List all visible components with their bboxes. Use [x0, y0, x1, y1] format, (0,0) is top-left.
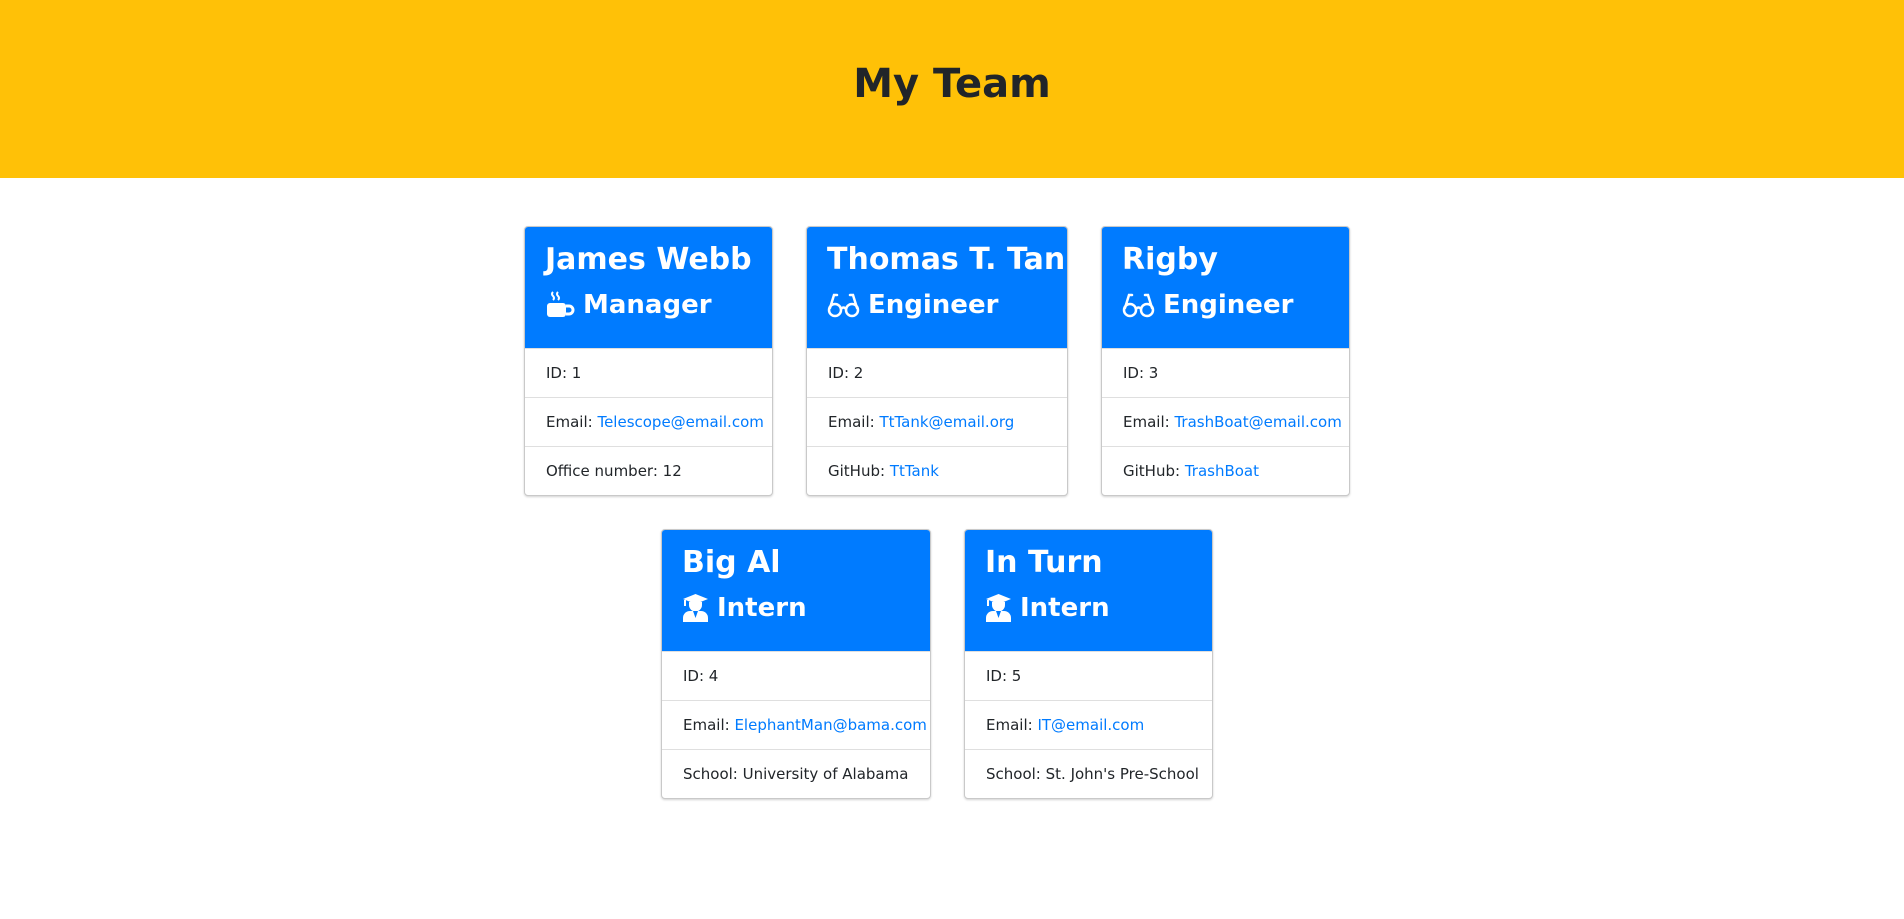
- row-value: 12: [662, 462, 682, 480]
- role-label: Manager: [583, 290, 712, 320]
- row-label: Email:: [986, 716, 1038, 734]
- row-label: ID:: [986, 667, 1012, 685]
- info-row-id: ID: 4: [662, 651, 930, 700]
- card-header: Thomas T. Tank Engineer: [807, 227, 1067, 348]
- row-label: School:: [986, 765, 1046, 783]
- employee-role: Engineer: [1122, 288, 1329, 322]
- role-label: Engineer: [868, 290, 999, 320]
- employee-name: Rigby: [1122, 242, 1218, 277]
- card-header: Big Al Intern: [662, 530, 930, 651]
- row-value: 3: [1148, 364, 1159, 382]
- info-row-github: GitHub: TtTank: [807, 446, 1067, 495]
- employee-role: Intern: [682, 591, 910, 625]
- employee-name: Big Al: [682, 545, 781, 580]
- info-row-id: ID: 3: [1102, 348, 1349, 397]
- card-header: Rigby Engineer: [1102, 227, 1349, 348]
- row-value: St. John's Pre-School: [1045, 765, 1199, 783]
- row-label: Email:: [546, 413, 598, 431]
- info-row-school: School: St. John's Pre-School: [965, 749, 1212, 798]
- employee-role: Manager: [545, 288, 752, 322]
- github-link[interactable]: TtTank: [890, 462, 939, 480]
- row-label: ID:: [828, 364, 854, 382]
- role-label: Intern: [717, 593, 807, 623]
- info-row-email: Email: TtTank@email.org: [807, 397, 1067, 446]
- email-link[interactable]: TrashBoat@email.com: [1174, 413, 1341, 431]
- info-row-office: Office number: 12: [525, 446, 772, 495]
- row-value: 1: [571, 364, 582, 382]
- role-label: Engineer: [1163, 290, 1294, 320]
- employee-card-engineer: Rigby Engineer ID: 3 Email: TrashBoat@em…: [1101, 226, 1350, 496]
- email-link[interactable]: ElephantMan@bama.com: [734, 716, 926, 734]
- page-title: My Team: [853, 61, 1051, 107]
- employee-name: In Turn: [985, 545, 1103, 580]
- role-label: Intern: [1020, 593, 1110, 623]
- graduate-icon: [986, 594, 1011, 622]
- info-row-email: Email: ElephantMan@bama.com: [662, 700, 930, 749]
- graduate-icon: [683, 594, 708, 622]
- row-label: Email:: [683, 716, 735, 734]
- employee-card-intern: In Turn Intern ID: 5 Email: IT@email.com…: [964, 529, 1213, 799]
- glasses-icon: [1122, 293, 1155, 318]
- row-label: Office number:: [546, 462, 663, 480]
- row-value: University of Alabama: [742, 765, 909, 783]
- info-row-github: GitHub: TrashBoat: [1102, 446, 1349, 495]
- row-label: ID:: [683, 667, 709, 685]
- employee-card-manager: James Webb Manager ID: 1 Email: Telescop…: [524, 226, 773, 496]
- employee-role: Intern: [985, 591, 1192, 625]
- row-value: 5: [1011, 667, 1022, 685]
- info-row-email: Email: TrashBoat@email.com: [1102, 397, 1349, 446]
- row-label: ID:: [1123, 364, 1149, 382]
- row-label: GitHub:: [1123, 462, 1185, 480]
- coffee-icon: [547, 291, 575, 317]
- employee-name: Thomas T. Tank: [827, 242, 1068, 277]
- employee-role: Engineer: [827, 288, 1047, 322]
- card-header: James Webb Manager: [525, 227, 772, 348]
- page-header: My Team: [0, 0, 1904, 178]
- info-row-id: ID: 5: [965, 651, 1212, 700]
- info-row-email: Email: IT@email.com: [965, 700, 1212, 749]
- row-label: School:: [683, 765, 743, 783]
- card-header: In Turn Intern: [965, 530, 1212, 651]
- row-label: GitHub:: [828, 462, 890, 480]
- info-row-id: ID: 1: [525, 348, 772, 397]
- row-label: Email:: [828, 413, 880, 431]
- employee-card-engineer: Thomas T. Tank Engineer ID: 2 Email: TtT…: [806, 226, 1068, 496]
- row-value: 4: [708, 667, 719, 685]
- row-label: ID:: [546, 364, 572, 382]
- info-row-school: School: University of Alabama: [662, 749, 930, 798]
- glasses-icon: [827, 293, 860, 318]
- employee-name: James Webb: [545, 242, 752, 277]
- email-link[interactable]: TtTank@email.org: [879, 413, 1014, 431]
- email-link[interactable]: IT@email.com: [1037, 716, 1144, 734]
- employee-card-intern: Big Al Intern ID: 4 Email: ElephantMan@b…: [661, 529, 931, 799]
- row-value: 2: [853, 364, 864, 382]
- row-label: Email:: [1123, 413, 1175, 431]
- email-link[interactable]: Telescope@email.com: [597, 413, 763, 431]
- github-link[interactable]: TrashBoat: [1185, 462, 1259, 480]
- info-row-email: Email: Telescope@email.com: [525, 397, 772, 446]
- info-row-id: ID: 2: [807, 348, 1067, 397]
